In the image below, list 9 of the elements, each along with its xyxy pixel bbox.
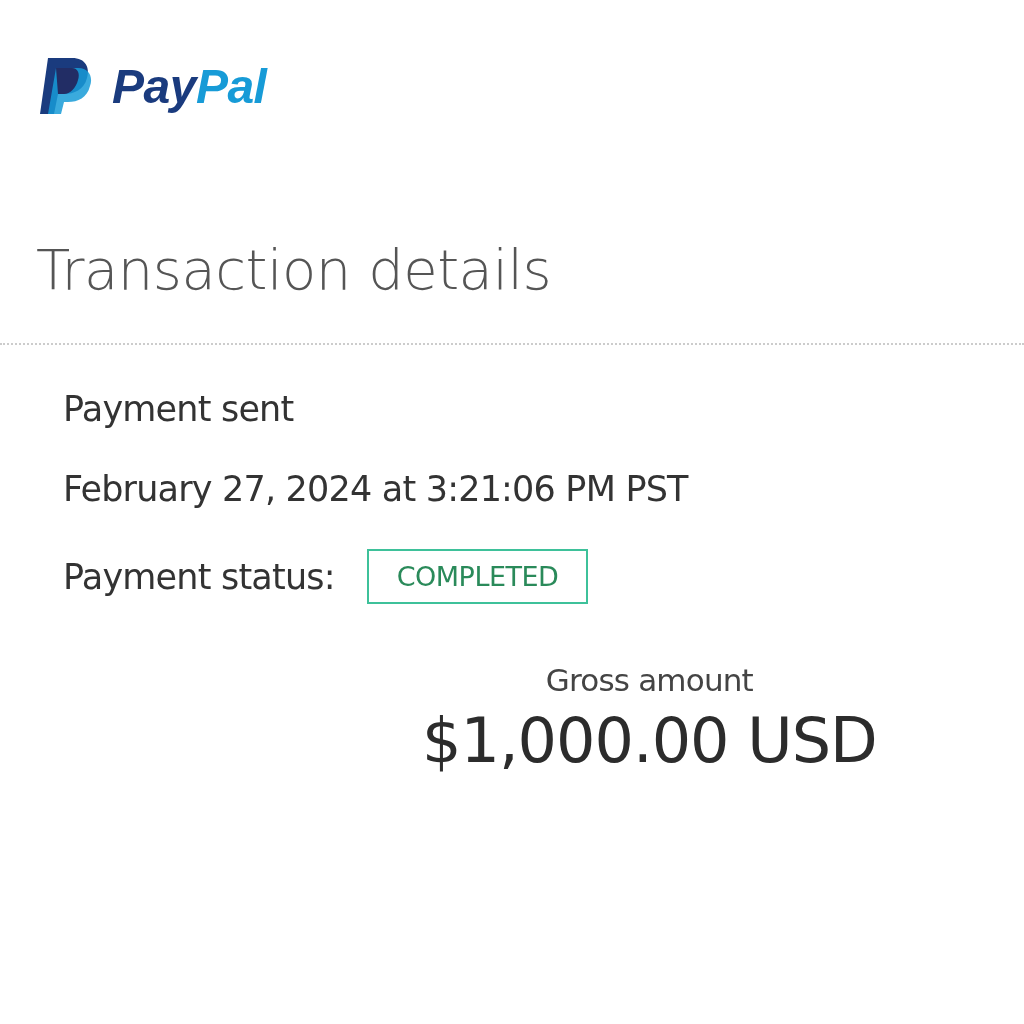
transaction-date: February 27, 2024 at 3:21:06 PM PST [63, 469, 690, 510]
amount-value: $1,000.00 USD [422, 704, 877, 778]
amount-label: Gross amount [545, 662, 753, 699]
transaction-type: Payment sent [63, 389, 295, 430]
logo-icon [38, 56, 92, 116]
status-label: Payment status: [63, 556, 335, 597]
page-title: Transaction details [36, 236, 553, 304]
logo-text: PayPal [112, 58, 267, 114]
status-badge: COMPLETED [366, 549, 589, 605]
